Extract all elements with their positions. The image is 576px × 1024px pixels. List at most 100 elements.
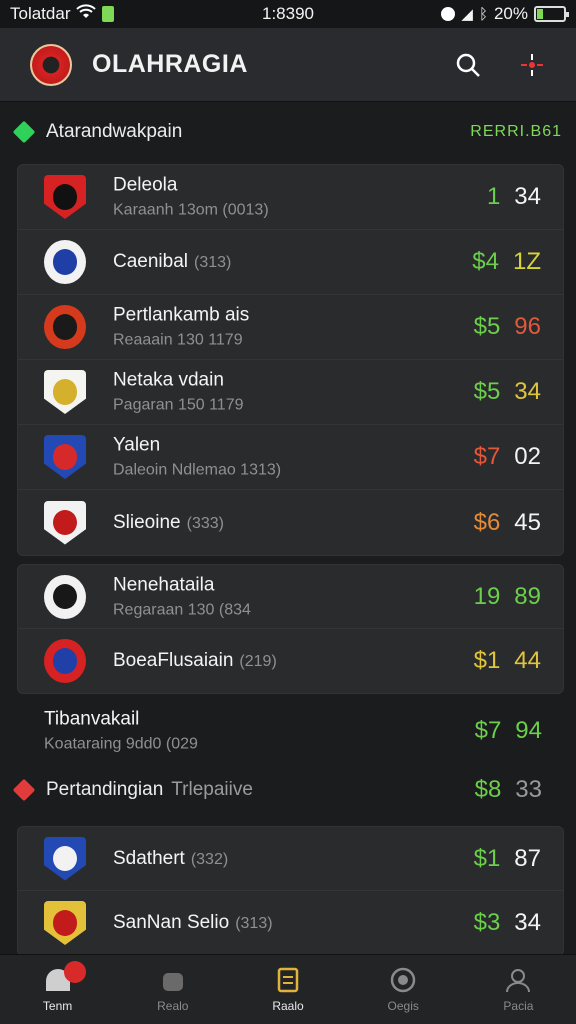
team-name: Netaka vdain xyxy=(113,369,224,391)
score: $7 94 xyxy=(475,717,542,745)
team-name: BoeaFlusaiain xyxy=(113,650,234,671)
score: $7 02 xyxy=(474,443,541,471)
wifi-icon xyxy=(76,4,97,24)
carrier-label: Tolatdar xyxy=(10,4,71,23)
section-header-live: Atarandwakpain RERRI.B61 xyxy=(12,112,562,152)
team-crest-icon xyxy=(44,370,86,414)
match-row[interactable]: Pertlankamb ais Reaaain 130 1179 $5 96 xyxy=(18,295,563,360)
profile-icon xyxy=(506,968,531,992)
match-row[interactable]: BoeaFlusaiain (219) $1 44 xyxy=(18,629,563,693)
match-row[interactable]: Sdathert (332) $1 87 xyxy=(18,827,563,891)
score: $5 34 xyxy=(474,378,541,406)
team-meta: Reaaain 130 1179 xyxy=(113,331,243,349)
score-right: 45 xyxy=(514,508,541,536)
match-card-group-3: Sdathert (332) $1 87 SanNan Selio (313) $3 34 xyxy=(17,826,564,956)
score-left: $4 xyxy=(472,248,499,275)
team-crest-icon xyxy=(44,836,86,881)
team-crest-icon xyxy=(44,639,86,683)
team-name: Sdathert xyxy=(113,847,185,869)
match-row[interactable]: SanNan Selio (313) $3 34 xyxy=(18,891,563,955)
team-crest-icon xyxy=(44,305,86,349)
score-left: $3 xyxy=(473,909,501,936)
team-count: (333) xyxy=(186,514,224,532)
nav-item-schedule[interactable]: Raalo xyxy=(230,955,345,1024)
nav-label: Raalo xyxy=(272,998,304,1013)
team-name: SanNan Selio xyxy=(113,912,230,933)
app-header: OLAHRAGIA xyxy=(0,28,576,102)
score-left: $8 xyxy=(474,776,502,803)
score-left: $7 xyxy=(474,717,502,744)
score-right: 44 xyxy=(514,647,541,674)
bluetooth-icon: ᛒ xyxy=(478,5,488,23)
score-left: 1 xyxy=(486,183,501,210)
club-logo xyxy=(30,43,72,86)
app-title: OLAHRAGIA xyxy=(92,50,248,78)
score-right: 34 xyxy=(514,183,541,210)
score-right: 96 xyxy=(514,313,541,340)
match-row[interactable]: Nenehataila Regaraan 130 (834 19 89 xyxy=(18,565,563,629)
nav-label: Realo xyxy=(157,998,189,1013)
team-meta: Pagaran 150 1179 xyxy=(113,396,244,414)
match-row[interactable]: Deleola Karaanh 13om (0013) 1 34 xyxy=(18,165,563,230)
team-crest-icon xyxy=(44,435,86,479)
score: $3 34 xyxy=(474,909,541,937)
score-right: 34 xyxy=(514,909,541,936)
section-title: Atarandwakpain xyxy=(46,121,183,142)
section-diamond-icon xyxy=(12,778,36,802)
match-row[interactable]: Slieoine (333) $6 45 xyxy=(18,490,563,555)
section-note: RERRI.B61 xyxy=(470,123,562,140)
team-count: (313) xyxy=(194,254,232,271)
nav-item-home[interactable]: Tenm xyxy=(0,955,115,1024)
match-row[interactable]: Caenibal (313) $4 1Z xyxy=(18,230,563,295)
team-meta: Koataraing 9dd0 (029 xyxy=(44,735,198,753)
team-crest-icon xyxy=(44,901,86,945)
nav-label: Pacia xyxy=(503,998,534,1013)
team-name: Tibanvakail xyxy=(44,708,140,730)
status-bar: Tolatdar 1:8390 ◢ ᛒ 20% xyxy=(0,0,576,28)
list-item[interactable]: Tibanvakail Koataraing 9dd0 (029 $7 94 xyxy=(0,700,576,762)
score: $1 44 xyxy=(474,647,541,675)
score: 19 89 xyxy=(474,583,541,611)
battery-icon xyxy=(534,6,569,22)
score-right: 1Z xyxy=(512,248,541,275)
team-count: (219) xyxy=(239,653,277,670)
search-icon[interactable] xyxy=(454,51,482,79)
score: $4 1Z xyxy=(472,248,541,276)
bottom-nav: Tenm Realo Raalo Oegis Pacia xyxy=(0,954,576,1024)
match-row[interactable]: Yalen Daleoin Ndlemao 1313) $7 02 xyxy=(18,425,563,490)
team-name: Deleola xyxy=(113,174,178,196)
nav-item-team[interactable]: Realo xyxy=(115,955,230,1024)
team-name: Caenibal xyxy=(113,251,188,272)
score: $5 96 xyxy=(474,313,541,341)
team-meta: Regaraan 130 (834 xyxy=(113,601,251,618)
team-name: Yalen xyxy=(113,434,161,456)
score-left: $7 xyxy=(473,443,501,470)
score: $6 45 xyxy=(474,509,541,537)
score: 1 34 xyxy=(487,183,541,211)
nav-label: Tenm xyxy=(42,998,73,1013)
team-crest-icon xyxy=(44,175,86,219)
nav-item-profile[interactable]: Pacia xyxy=(461,955,576,1024)
nav-item-target[interactable]: Oegis xyxy=(346,955,461,1024)
section-subtitle: Trlepaiive xyxy=(171,779,253,800)
team-count: (332) xyxy=(190,850,229,868)
target-icon xyxy=(390,967,416,992)
notification-dot xyxy=(64,961,86,983)
score-left: $5 xyxy=(473,378,501,405)
live-target-icon[interactable] xyxy=(518,51,546,79)
score-right: 87 xyxy=(514,844,541,872)
score-right: 02 xyxy=(514,443,541,470)
team-meta: Daleoin Ndlemao 1313) xyxy=(113,461,282,479)
nav-label: Oegis xyxy=(387,998,419,1013)
score-right: 94 xyxy=(515,717,542,744)
match-card-group-1: Deleola Karaanh 13om (0013) 1 34 Caenibal (31… xyxy=(17,164,564,556)
alarm-icon xyxy=(441,7,456,21)
team-meta: Karaanh 13om (0013) xyxy=(113,201,269,219)
schedule-icon xyxy=(277,967,299,992)
signal-app-icon xyxy=(102,6,115,22)
team-count: (313) xyxy=(235,915,273,932)
section-header-matches: Pertandingian Trlepaiive $8 33 xyxy=(12,770,562,810)
team-name: Nenehataila xyxy=(113,574,215,595)
score: $1 87 xyxy=(474,845,541,873)
match-row[interactable]: Netaka vdain Pagaran 150 1179 $5 34 xyxy=(18,360,563,425)
